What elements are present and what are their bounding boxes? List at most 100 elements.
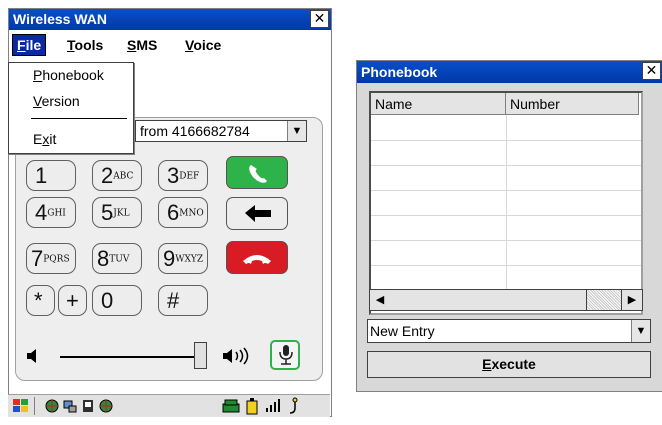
hang-up-icon — [243, 255, 271, 264]
key-letters: TUV — [109, 254, 130, 265]
key-5[interactable]: 5JKL — [92, 197, 142, 228]
menu-bar: File Tools SMS Voice — [9, 33, 331, 57]
key-digit: * — [34, 288, 43, 313]
label-pre: E — [33, 131, 43, 147]
key-digit: 2 — [101, 163, 114, 188]
volume-slider-thumb[interactable] — [194, 342, 207, 369]
phonebook-list[interactable]: Name Number — [369, 91, 643, 315]
battery-icon[interactable] — [244, 397, 260, 415]
key-1[interactable]: 1 — [26, 160, 76, 191]
accel: P — [33, 67, 43, 83]
execute-button[interactable]: Execute — [367, 351, 651, 378]
key-star[interactable]: * — [26, 285, 55, 316]
key-digit: 7 — [31, 246, 44, 271]
network-globe-icon[interactable] — [44, 398, 60, 414]
end-call-button[interactable] — [226, 241, 288, 274]
column-header-number[interactable]: Number — [506, 93, 639, 115]
volume-slider-track[interactable] — [60, 356, 196, 358]
scrollbar-thumb[interactable] — [390, 290, 587, 310]
row-divider — [371, 240, 641, 241]
menu-sms-accel: S — [127, 37, 137, 53]
phone-icon — [249, 165, 267, 183]
key-digit: 0 — [101, 288, 114, 313]
key-digit: 4 — [35, 200, 48, 225]
scroll-left-arrow-icon[interactable]: ◀ — [370, 290, 391, 310]
entry-type-select[interactable]: New Entry ▼ — [367, 319, 651, 343]
key-7[interactable]: 7PQRS — [26, 243, 76, 274]
column-header-name[interactable]: Name — [371, 93, 506, 115]
chevron-down-icon[interactable]: ▼ — [631, 320, 650, 342]
row-divider — [371, 165, 641, 166]
key-digit: 5 — [101, 200, 114, 225]
microphone-button[interactable] — [270, 340, 300, 370]
usb-connection-icon[interactable] — [286, 397, 304, 415]
scroll-right-arrow-icon[interactable]: ▶ — [621, 290, 642, 310]
taskbar-divider — [34, 397, 35, 415]
key-letters: PQRS — [43, 254, 70, 265]
menu-separator — [31, 118, 127, 119]
connection-icon[interactable] — [62, 398, 78, 414]
caller-id-value: from 4166682784 — [140, 123, 250, 139]
menu-item-version[interactable]: Version — [33, 93, 80, 109]
accel: V — [33, 93, 42, 109]
row-divider — [371, 265, 641, 266]
menu-file-accel: F — [17, 37, 26, 53]
microphone-icon — [279, 345, 293, 365]
execute-label: xecute — [491, 356, 536, 372]
phone-status-icon[interactable] — [222, 398, 240, 414]
key-9[interactable]: 9WXYZ — [158, 243, 208, 274]
caller-id-dropdown[interactable]: from 4166682784 ▼ — [135, 120, 307, 142]
globe-icon[interactable] — [98, 398, 114, 414]
row-divider — [371, 140, 641, 141]
key-8[interactable]: 8TUV — [92, 243, 142, 274]
key-letters: MNO — [179, 208, 204, 219]
key-letters: ABC — [113, 171, 134, 182]
backspace-button[interactable] — [226, 197, 288, 230]
key-letters: JKL — [113, 208, 130, 219]
menu-tools-label: ools — [74, 37, 104, 53]
key-hash[interactable]: # — [158, 285, 208, 316]
call-button[interactable] — [226, 156, 288, 189]
menu-file[interactable]: File — [11, 34, 47, 56]
phonebook-window: Phonebook ✕ Name Number ◀ ▶ New Entry ▼ … — [356, 60, 662, 392]
key-letters: GHI — [47, 208, 66, 219]
key-letters: DEF — [179, 171, 200, 182]
menu-sms[interactable]: SMS — [123, 35, 161, 55]
key-digit: + — [66, 288, 79, 313]
key-6[interactable]: 6MNO — [158, 197, 208, 228]
key-digit: 6 — [167, 200, 180, 225]
key-4[interactable]: 4GHI — [26, 197, 76, 228]
entry-type-value: New Entry — [370, 323, 435, 339]
taskbar — [8, 394, 330, 417]
speaker-high-icon — [223, 347, 249, 365]
menu-voice[interactable]: Voice — [181, 35, 225, 55]
key-digit: 3 — [167, 163, 180, 188]
label: it — [49, 131, 57, 147]
menu-item-exit[interactable]: Exit — [33, 131, 56, 147]
key-3[interactable]: 3DEF — [158, 160, 208, 191]
menu-tools[interactable]: Tools — [63, 35, 107, 55]
menu-voice-label: oice — [193, 37, 222, 53]
chevron-down-icon[interactable]: ▼ — [287, 121, 306, 141]
key-digit: 8 — [97, 246, 110, 271]
window-title: Wireless WAN — [13, 11, 108, 27]
device-icon[interactable] — [80, 398, 96, 414]
key-digit: 9 — [163, 246, 176, 271]
signal-strength-icon[interactable] — [264, 398, 282, 414]
menu-file-label: ile — [25, 37, 42, 53]
key-0[interactable]: 0 — [92, 285, 142, 316]
close-button[interactable]: ✕ — [642, 62, 661, 80]
arrow-left-icon — [245, 205, 271, 222]
key-digit: 1 — [35, 163, 48, 188]
key-2[interactable]: 2ABC — [92, 160, 142, 191]
close-button[interactable]: ✕ — [310, 10, 329, 28]
label: ersion — [41, 93, 80, 109]
row-divider — [371, 215, 641, 216]
start-windows-icon[interactable] — [12, 398, 30, 414]
menu-item-phonebook[interactable]: Phonebook — [33, 67, 104, 83]
window-title: Phonebook — [361, 64, 438, 80]
horizontal-scrollbar[interactable]: ◀ ▶ — [369, 289, 643, 311]
key-plus[interactable]: + — [58, 285, 87, 316]
menu-tools-accel: T — [67, 37, 75, 53]
scrollbar-track[interactable] — [587, 290, 621, 310]
